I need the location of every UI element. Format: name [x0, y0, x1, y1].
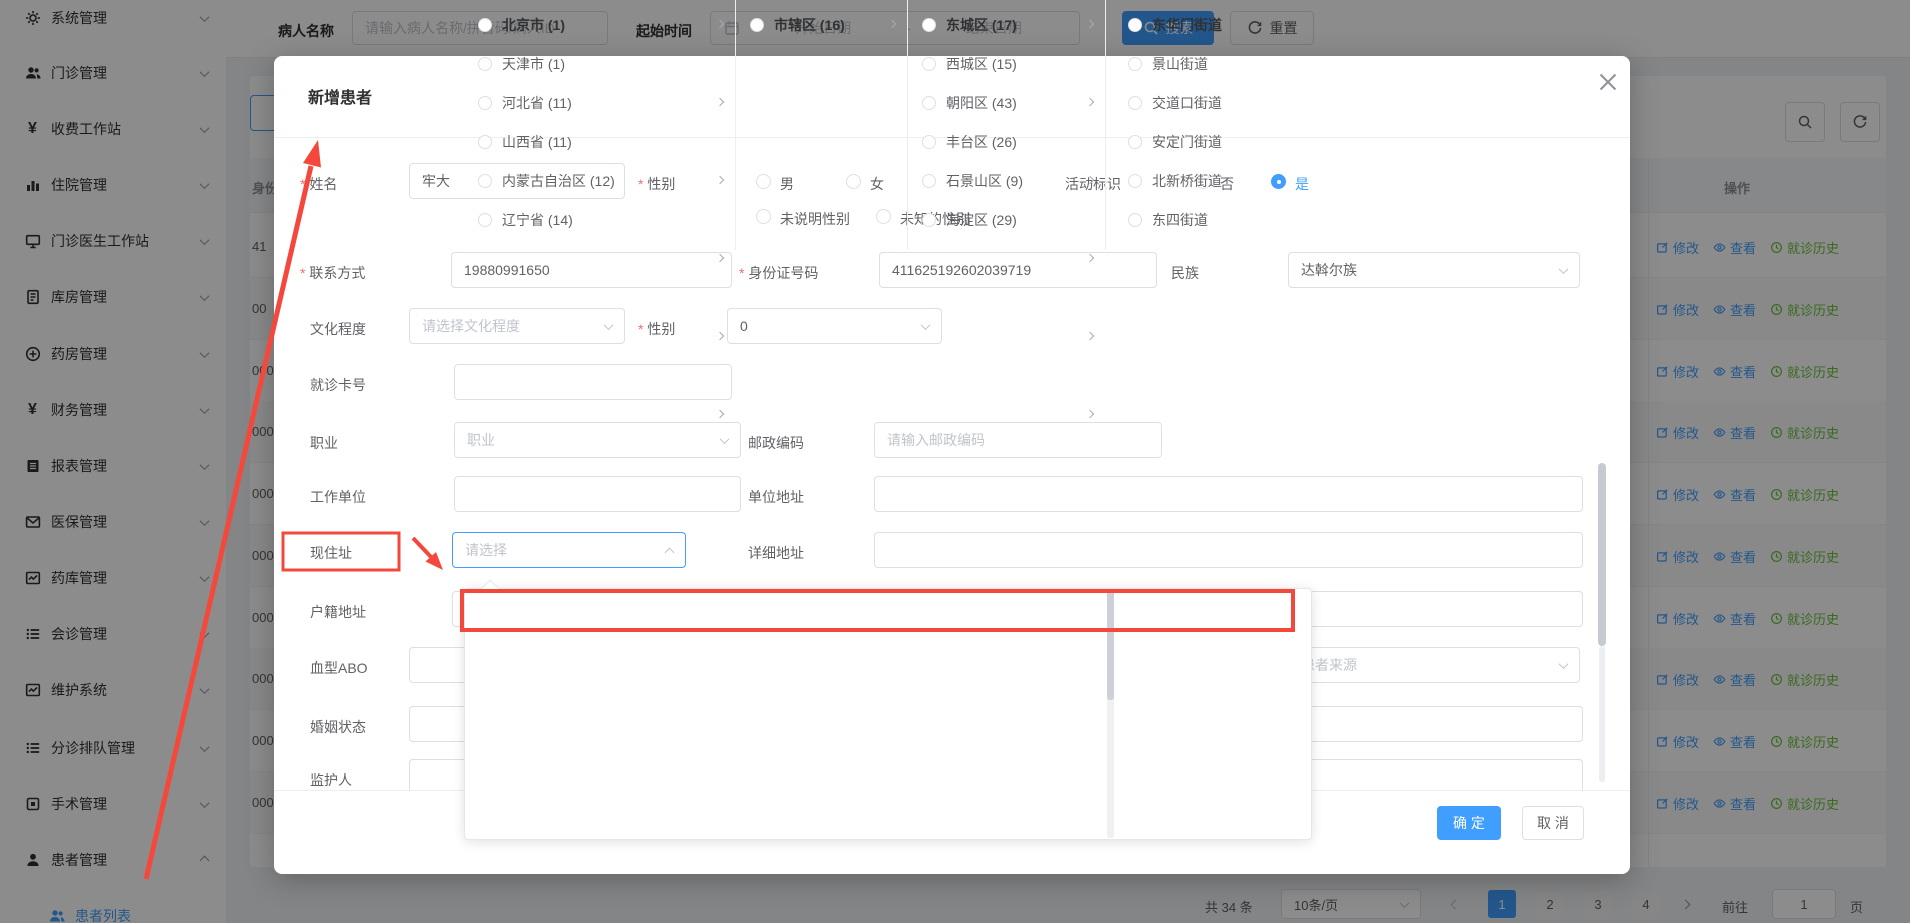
- modal-scrollbar-track[interactable]: [1599, 646, 1605, 782]
- chevron-down-icon: [921, 320, 931, 330]
- radio-icon[interactable]: [1128, 213, 1142, 227]
- cascade-option-jingshan[interactable]: 景山街道: [1114, 44, 1312, 83]
- radio-icon[interactable]: [922, 174, 936, 188]
- radio-icon[interactable]: [922, 135, 936, 149]
- current-address-label: 现住址: [310, 543, 352, 563]
- cascade-option-shijingshan[interactable]: 石景山区 (9): [908, 161, 1105, 200]
- radio-icon[interactable]: [922, 18, 936, 32]
- radio-icon[interactable]: [478, 174, 492, 188]
- cascade-scrollbar-thumb[interactable]: [1107, 590, 1114, 700]
- gender-code-label: 性别: [638, 319, 675, 339]
- unit-address-label: 单位地址: [748, 487, 804, 507]
- gender-code-select[interactable]: 0: [727, 308, 942, 344]
- cascade-option-donghuamen[interactable]: 东华门街道: [1114, 5, 1312, 44]
- blood-type-label: 血型ABO: [310, 658, 368, 678]
- modal-scrollbar-thumb[interactable]: [1598, 463, 1606, 646]
- cascade-option-neimenggu[interactable]: 内蒙古自治区 (12): [464, 161, 735, 200]
- guardian-label: 监护人: [310, 770, 352, 790]
- cascade-option-xicheng[interactable]: 西城区 (15): [908, 44, 1105, 83]
- address-cascade-panel: [464, 588, 1312, 840]
- occupation-select[interactable]: 职业: [454, 422, 741, 458]
- cascade-province-column: 北京市 (1) 天津市 (1) 河北省 (11) 山西省 (11) 内蒙古自治区…: [464, 0, 736, 250]
- cascade-option-dongcheng[interactable]: 东城区 (17): [908, 5, 1105, 44]
- marital-status-label: 婚姻状态: [310, 717, 366, 737]
- cascade-option-shixiaqu[interactable]: 市辖区 (16): [736, 5, 907, 44]
- cascade-option-fengtai[interactable]: 丰台区 (26): [908, 122, 1105, 161]
- chevron-right-icon: [888, 20, 896, 28]
- cascade-option-liaoning[interactable]: 辽宁省 (14): [464, 200, 735, 239]
- ethnicity-select[interactable]: 达斡尔族: [1288, 252, 1580, 288]
- confirm-button[interactable]: 确 定: [1437, 806, 1501, 840]
- card-no-label: 就诊卡号: [310, 375, 366, 395]
- cascade-option-shanxi[interactable]: 山西省 (11): [464, 122, 735, 161]
- chevron-down-icon: [1559, 659, 1569, 669]
- radio-icon[interactable]: [922, 96, 936, 110]
- radio-icon[interactable]: [1128, 96, 1142, 110]
- radio-icon[interactable]: [478, 135, 492, 149]
- household-address-label: 户籍地址: [310, 602, 366, 622]
- chevron-down-icon: [720, 434, 730, 444]
- education-select[interactable]: 请选择文化程度: [409, 308, 625, 344]
- cascade-option-beijing[interactable]: 北京市 (1): [464, 5, 735, 44]
- detail-address-label: 详细地址: [748, 543, 804, 563]
- close-icon[interactable]: [1596, 70, 1620, 94]
- contact-label: 联系方式: [300, 263, 365, 283]
- occupation-label: 职业: [310, 433, 338, 453]
- radio-icon[interactable]: [1128, 174, 1142, 188]
- work-unit-input[interactable]: [454, 476, 741, 512]
- chevron-right-icon: [716, 20, 724, 28]
- cascade-option-chaoyang[interactable]: 朝阳区 (43): [908, 83, 1105, 122]
- radio-icon[interactable]: [478, 57, 492, 71]
- id-number-label: 身份证号码: [739, 263, 818, 283]
- card-no-input[interactable]: [454, 364, 732, 400]
- cascade-option-jiaodaokou[interactable]: 交道口街道: [1114, 83, 1312, 122]
- ethnicity-label: 民族: [1171, 263, 1199, 283]
- cascade-city-column: 市辖区 (16): [736, 0, 908, 250]
- chevron-up-icon: [665, 548, 675, 558]
- cancel-button[interactable]: 取 消: [1522, 806, 1584, 840]
- contact-input[interactable]: 19880991650: [451, 252, 732, 288]
- cascade-option-dongsi[interactable]: 东四街道: [1114, 200, 1312, 239]
- radio-icon[interactable]: [1128, 135, 1142, 149]
- radio-icon[interactable]: [478, 18, 492, 32]
- radio-icon[interactable]: [1128, 57, 1142, 71]
- id-number-input[interactable]: 411625192602039719: [879, 252, 1157, 288]
- patient-source-select[interactable]: 患者来源: [1288, 647, 1580, 683]
- cascade-option-hebei[interactable]: 河北省 (11): [464, 83, 735, 122]
- radio-icon[interactable]: [478, 213, 492, 227]
- cascade-option-andingmen[interactable]: 安定门街道: [1114, 122, 1312, 161]
- app-root: 系统管理 门诊管理 ¥ 收费工作站 住院管理 门诊医生工作站 库房管理 药房管理…: [0, 0, 1910, 923]
- name-label: 姓名: [300, 174, 337, 194]
- modal-title: 新增患者: [308, 84, 372, 108]
- radio-icon[interactable]: [922, 213, 936, 227]
- radio-icon[interactable]: [750, 18, 764, 32]
- work-unit-label: 工作单位: [310, 487, 366, 507]
- radio-icon[interactable]: [1128, 18, 1142, 32]
- radio-icon[interactable]: [478, 96, 492, 110]
- detail-address-input[interactable]: [874, 532, 1583, 568]
- chevron-right-icon: [1086, 20, 1094, 28]
- chevron-down-icon: [1559, 264, 1569, 274]
- postcode-label: 邮政编码: [748, 433, 804, 453]
- current-address-cascader[interactable]: 请选择: [452, 532, 686, 568]
- chevron-down-icon: [604, 320, 614, 330]
- cascade-street-column: 东华门街道 景山街道 交道口街道 安定门街道 北新桥街道 东四街道: [1114, 0, 1312, 250]
- cascade-option-beixinqiao[interactable]: 北新桥街道: [1114, 161, 1312, 200]
- cascade-option-haidian[interactable]: 海淀区 (29): [908, 200, 1105, 239]
- unit-address-input[interactable]: [874, 476, 1583, 512]
- cascade-district-column: 东城区 (17) 西城区 (15) 朝阳区 (43) 丰台区 (26) 石景山区…: [908, 0, 1106, 250]
- postcode-input[interactable]: 请输入邮政编码: [874, 422, 1162, 458]
- education-label: 文化程度: [310, 319, 366, 339]
- radio-icon[interactable]: [922, 57, 936, 71]
- cascade-option-tianjin[interactable]: 天津市 (1): [464, 44, 735, 83]
